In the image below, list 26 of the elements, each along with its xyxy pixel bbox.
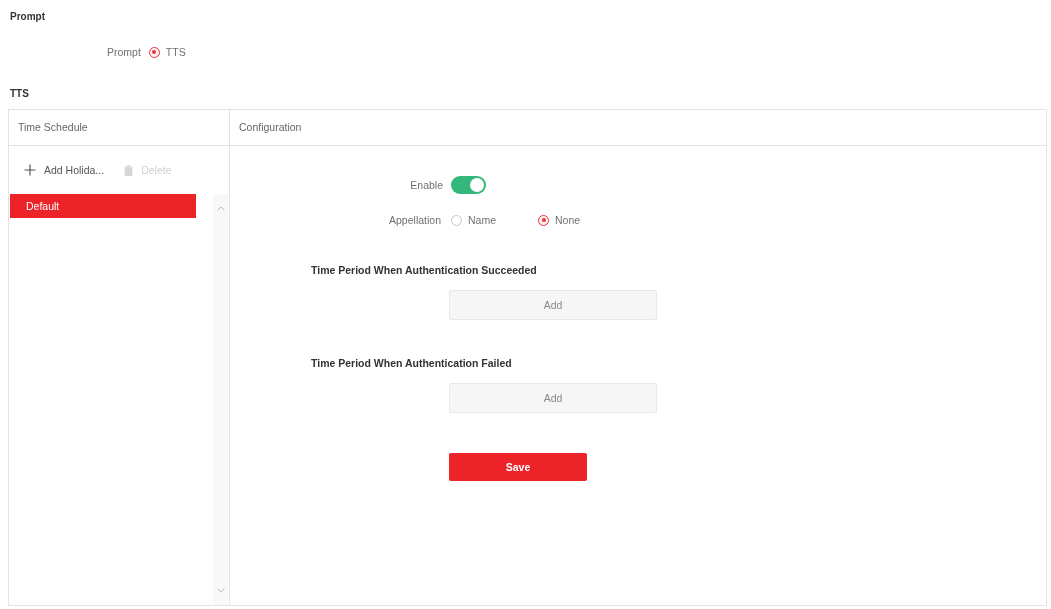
column-header: Time Schedule	[9, 110, 229, 146]
scrollbar[interactable]	[213, 194, 228, 605]
section-heading: TTS	[9, 88, 29, 99]
schedule-item[interactable]: Default	[10, 194, 196, 218]
radio-button[interactable]	[451, 214, 462, 226]
radio-label[interactable]: Name	[468, 214, 496, 226]
plus-icon	[24, 164, 36, 176]
save-button[interactable]: Save	[449, 453, 587, 481]
field-label: Prompt	[107, 46, 141, 58]
add-button[interactable]: Add	[449, 290, 657, 320]
field-label: Appellation	[389, 214, 441, 226]
radio-label[interactable]: TTS	[165, 46, 186, 58]
column-header: Configuration	[230, 110, 1046, 146]
chevron-down-icon[interactable]	[216, 588, 225, 593]
radio-label[interactable]: None	[555, 214, 581, 226]
section-heading: Prompt	[9, 11, 45, 22]
radio-button[interactable]	[148, 46, 160, 58]
trash-icon	[124, 164, 134, 176]
add-button[interactable]: Add	[449, 383, 657, 413]
field-label: Enable	[410, 179, 443, 191]
chevron-up-icon[interactable]	[216, 206, 225, 211]
period-title: Time Period When Authentication Failed	[311, 357, 512, 369]
radio-button[interactable]	[538, 214, 549, 226]
period-title: Time Period When Authentication Succeeded	[311, 264, 537, 276]
enable-toggle[interactable]	[451, 176, 486, 194]
add-holiday-button[interactable]: Add Holida...	[24, 164, 105, 176]
